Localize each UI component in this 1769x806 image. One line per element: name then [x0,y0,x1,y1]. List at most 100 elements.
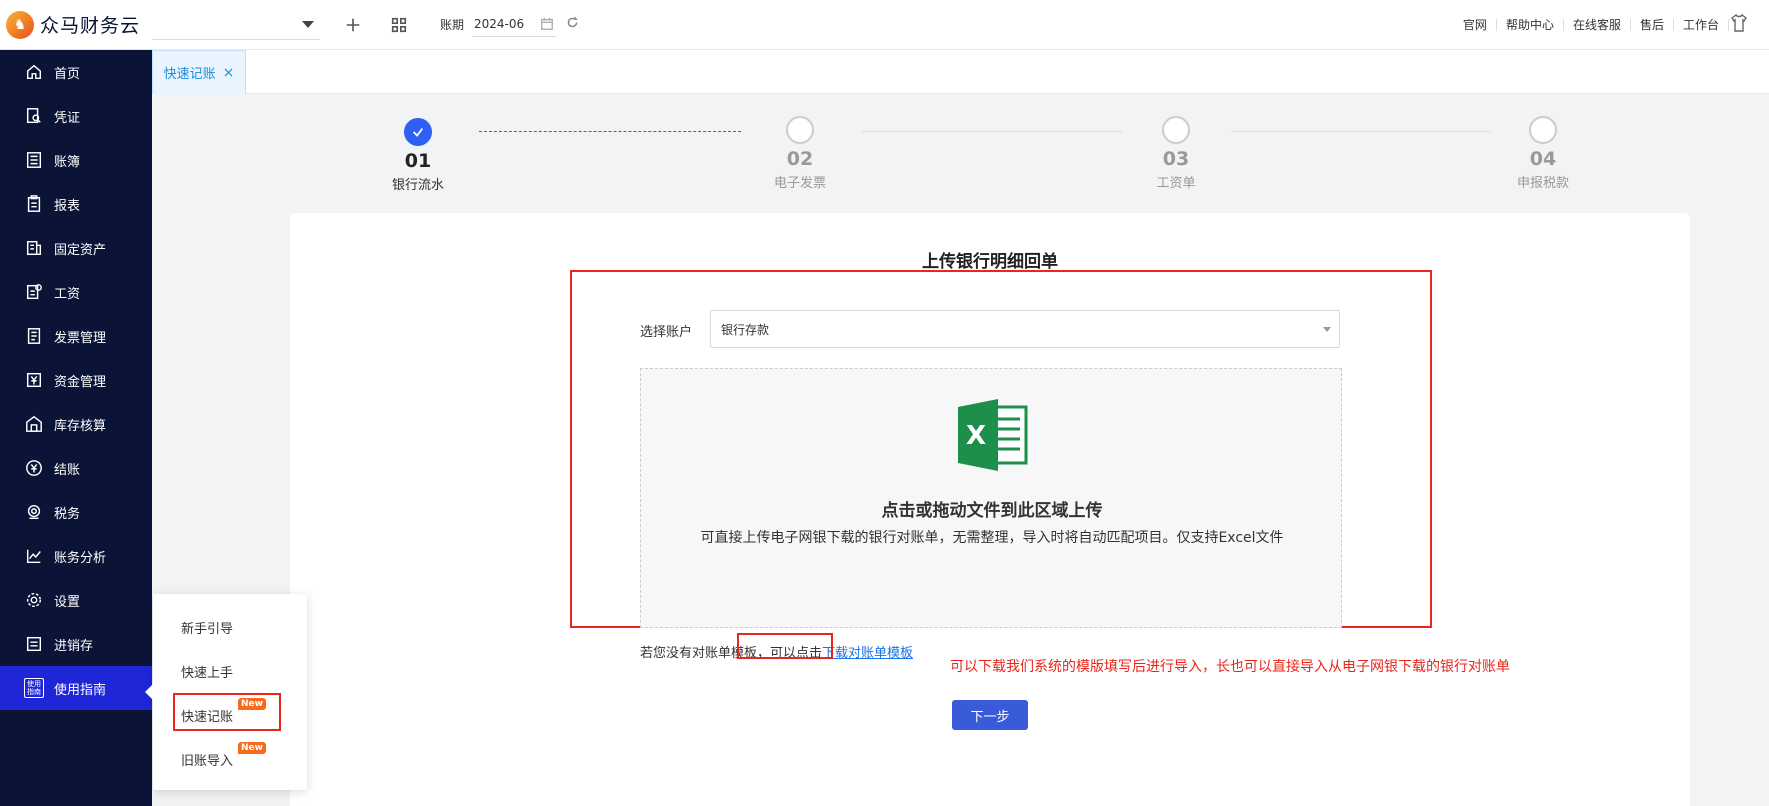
company-select[interactable] [152,10,320,40]
sidebar-item-fixed-asset[interactable]: 固定资产 [0,226,152,270]
step-1: 01 银行流水 [368,94,468,193]
app-logo[interactable]: ♞ 众马财务云 [0,0,152,50]
apps-grid-icon[interactable] [386,12,412,38]
ledger-icon [24,150,44,170]
fixed-asset-icon [24,238,44,258]
add-icon[interactable] [340,12,366,38]
link-official-site[interactable]: 官网 [1454,18,1497,31]
analysis-icon [24,546,44,566]
sidebar-item-label: 进销存 [54,638,94,654]
step-circle [1529,116,1557,144]
link-online-service[interactable]: 在线客服 [1564,18,1631,31]
tab-label: 快速记账 [163,67,216,82]
guide-item-quick-start[interactable]: 快速上手 [181,662,233,681]
sidebar-item-label: 结账 [54,462,81,478]
upload-card: 上传银行明细回单 选择账户 银行存款 X 点击或拖动文件到此区域上传 可直接上传… [290,213,1690,806]
chevron-down-icon [302,20,314,28]
step-label: 工资单 [1156,176,1196,191]
app-name: 众马财务云 [40,15,141,37]
dropzone-title: 点击或拖动文件到此区域上传 [881,501,1103,521]
step-connector [1231,131,1491,132]
sidebar-item-label: 资金管理 [54,374,107,390]
sidebar-item-guide[interactable]: 使用 指南 使用指南 [0,666,152,710]
tax-icon [24,502,44,522]
report-icon [24,194,44,214]
voucher-icon [24,106,44,126]
highlight-box-template-link [737,633,833,659]
sidebar-item-tax[interactable]: 税务 [0,490,152,534]
purchase-sales-icon [24,634,44,654]
closing-icon [24,458,44,478]
sidebar-item-voucher[interactable]: 凭证 [0,94,152,138]
new-badge: New [238,742,266,754]
top-links: 官网 帮助中心 在线客服 售后 工作台 [1454,13,1769,37]
sidebar-item-label: 账务分析 [54,550,107,566]
guide-icon: 使用 指南 [24,678,44,698]
sidebar-item-inventory[interactable]: 库存核算 [0,402,152,446]
sidebar-item-purchase-sales[interactable]: 进销存 [0,622,152,666]
refresh-icon[interactable] [566,16,579,33]
chevron-down-icon [1323,327,1331,332]
link-workbench[interactable]: 工作台 [1674,18,1729,31]
link-after-sales[interactable]: 售后 [1631,18,1674,31]
sidebar-item-label: 报表 [54,198,81,214]
step-circle [1162,116,1190,144]
sidebar-item-home[interactable]: 首页 [0,50,152,94]
step-2: 02 电子发票 [750,94,850,191]
file-dropzone[interactable]: X 点击或拖动文件到此区域上传 可直接上传电子网银下载的银行对账单，无需整理，导… [640,368,1342,628]
sidebar-item-label: 固定资产 [54,242,107,258]
upload-title: 上传银行明细回单 [922,252,1058,272]
step-label: 银行流水 [391,178,444,193]
step-number: 01 [404,150,432,172]
account-value: 银行存款 [721,322,770,337]
step-circle [786,116,814,144]
invoice-icon [24,326,44,346]
period-picker[interactable]: 2024-06 [472,13,557,37]
step-3: 03 工资单 [1126,94,1226,191]
tab-quick-bookkeeping[interactable]: 快速记账 × [152,50,246,94]
new-badge: New [238,698,266,710]
gear-icon [24,590,44,610]
progress-steps: 01 银行流水 02 电子发票 03 工资单 04 申报税款 [152,94,1769,214]
sidebar-item-fund[interactable]: 资金管理 [0,358,152,402]
sidebar-item-invoice[interactable]: 发票管理 [0,314,152,358]
sidebar-item-label: 设置 [54,594,81,610]
sidebar-item-label: 工资 [54,286,81,302]
sidebar-item-salary[interactable]: 工资 [0,270,152,314]
calendar-icon [541,17,553,30]
guide-item-quick-bookkeeping[interactable]: 快速记账 [181,706,233,725]
next-step-button[interactable]: 下一步 [952,700,1028,730]
close-icon[interactable]: × [223,65,235,81]
period-value: 2024-06 [474,17,525,31]
home-icon [24,62,44,82]
download-template-link[interactable]: 下载对账单模板 [822,646,913,661]
sidebar-item-label: 库存核算 [54,418,107,434]
guide-popup-menu: 新手引导 快速上手 快速记账 New 旧账导入 New [145,594,307,790]
sidebar-item-label: 凭证 [54,110,81,126]
sidebar-item-settings[interactable]: 设置 [0,578,152,622]
sidebar-nav: 首页 凭证 账簿 报表 固定资产 工资 发票管理 资金管理 库存核算 结账 税务… [0,50,152,710]
annotation-text: 可以下载我们系统的模版填写后进行导入，长也可以直接导入从电子网银下载的银行对账单 [950,659,1510,675]
sidebar-item-closing[interactable]: 结账 [0,446,152,490]
account-select[interactable]: 银行存款 [710,310,1340,348]
sidebar-item-ledger[interactable]: 账簿 [0,138,152,182]
sidebar-item-label: 账簿 [54,154,81,170]
step-number: 04 [1529,148,1557,170]
step-label: 申报税款 [1516,176,1569,191]
tab-strip: 快速记账 × [152,50,1769,94]
step-number: 02 [786,148,814,170]
step-connector [479,131,741,132]
guide-item-old-account-import[interactable]: 旧账导入 [181,750,233,769]
guide-item-beginner[interactable]: 新手引导 [181,618,233,637]
brand-logo-icon: ♞ [6,10,34,39]
sidebar-item-report[interactable]: 报表 [0,182,152,226]
link-help-center[interactable]: 帮助中心 [1497,18,1564,31]
svg-text:X: X [966,421,986,451]
skin-shirt-icon[interactable] [1729,13,1749,37]
step-4: 04 申报税款 [1493,94,1593,191]
step-label: 电子发票 [773,176,826,191]
sidebar-item-analysis[interactable]: 账务分析 [0,534,152,578]
excel-icon: X [958,399,1028,471]
dropzone-subtitle: 可直接上传电子网银下载的银行对账单，无需整理，导入时将自动匹配项目。仅支持Exc… [700,530,1284,546]
fund-icon [24,370,44,390]
